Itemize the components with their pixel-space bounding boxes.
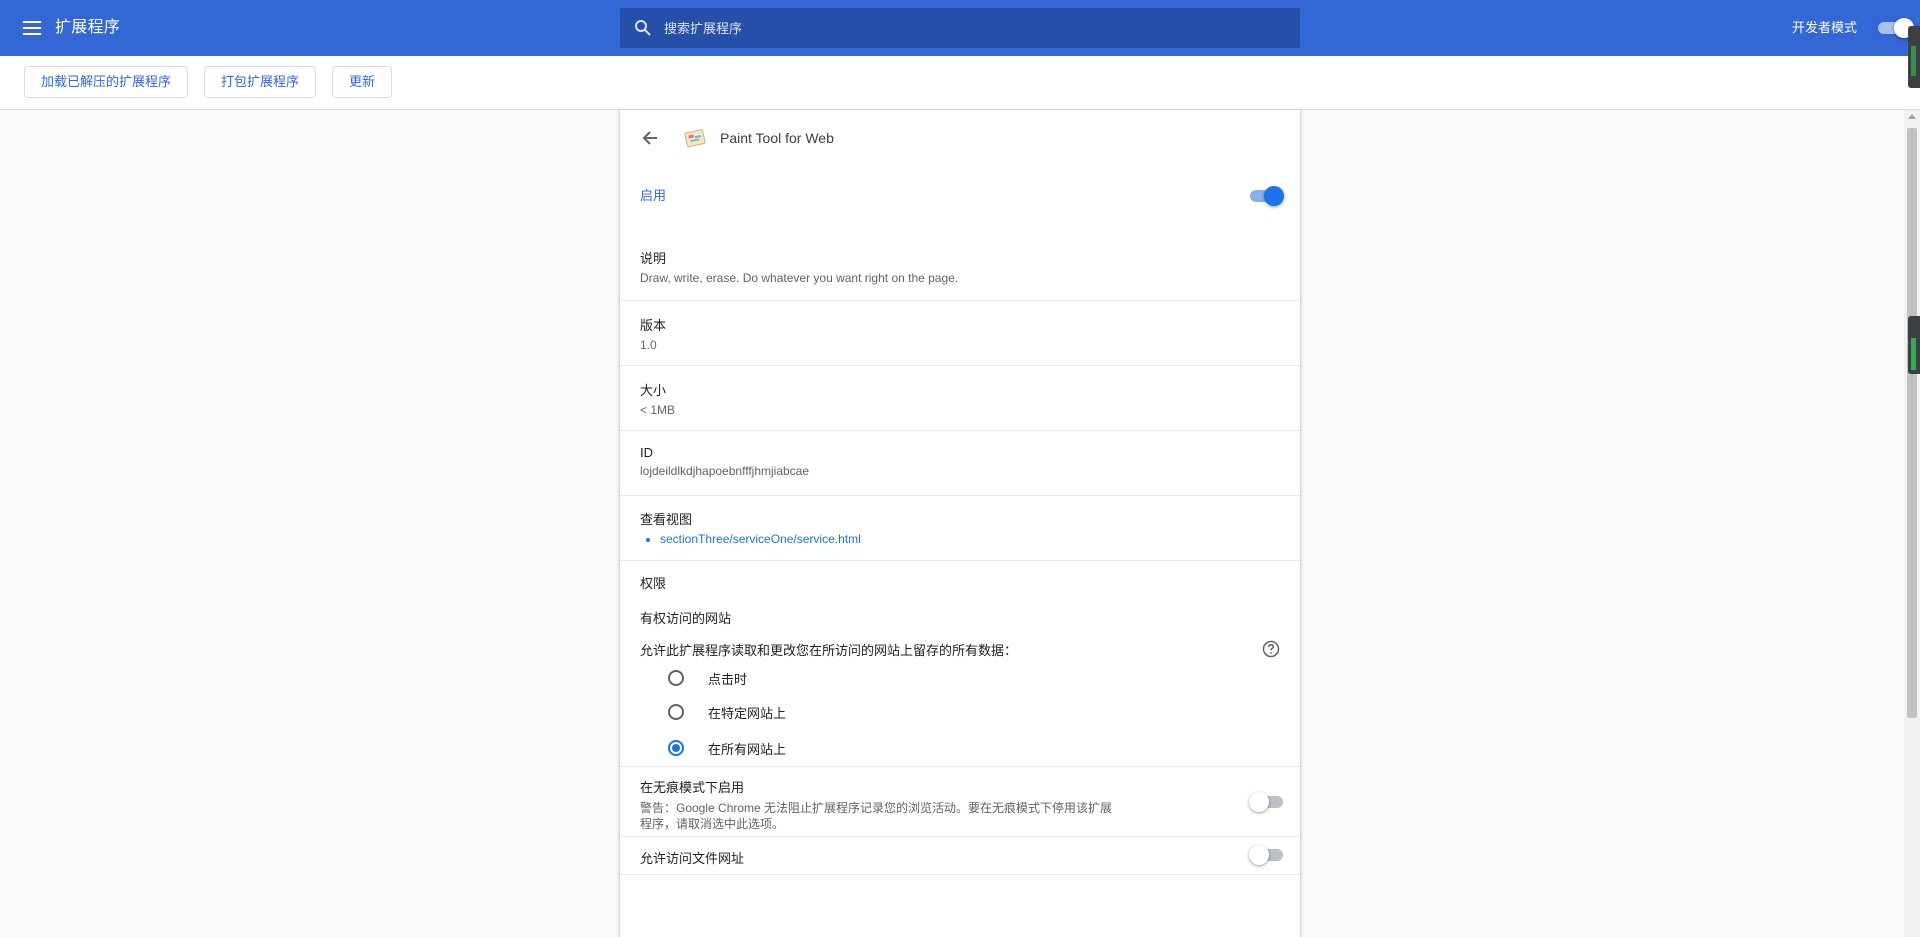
help-icon[interactable] (1262, 640, 1280, 658)
paint-tool-icon (684, 129, 706, 148)
size-label: 大小 (640, 383, 667, 398)
search-box[interactable] (620, 8, 1300, 48)
site-access-description: 允许此扩展程序读取和更改您在所访问的网站上留存的所有数据： (640, 643, 1018, 658)
load-unpacked-button[interactable]: 加载已解压的扩展程序 (24, 66, 189, 98)
incognito-toggle[interactable] (1249, 792, 1285, 812)
toggle-knob (1249, 792, 1269, 812)
size-section: 大小 < 1MB (620, 366, 1300, 431)
permissions-label: 权限 (640, 576, 667, 591)
size-value: < 1MB (640, 403, 676, 417)
developer-mode-label: 开发者模式 (1792, 20, 1858, 35)
incognito-section: 在无痕模式下启用 警告：Google Chrome 无法阻止扩展程序记录您的浏览… (620, 767, 1300, 837)
file-urls-toggle[interactable] (1249, 845, 1285, 865)
search-input[interactable] (664, 20, 1264, 36)
radio-button[interactable] (668, 670, 684, 686)
pack-extension-button[interactable]: 打包扩展程序 (204, 66, 317, 98)
side-meter-widget[interactable] (1908, 316, 1920, 374)
version-label: 版本 (640, 318, 667, 333)
radio-button[interactable] (668, 704, 684, 720)
card-header: Paint Tool for Web (620, 110, 1300, 166)
page-scrollbar[interactable] (1904, 110, 1920, 937)
developer-toolbar: 加载已解压的扩展程序 打包扩展程序 更新 (0, 56, 1920, 110)
side-panel-widget[interactable] (1908, 26, 1920, 88)
version-section: 版本 1.0 (620, 301, 1300, 366)
inspect-view-link[interactable]: sectionThree/serviceOne/service.html (660, 532, 1280, 546)
radio-button-selected[interactable] (668, 740, 684, 756)
description-text: Draw, write, erase. Do whatever you want… (640, 271, 959, 285)
inspect-views-section: 查看视图 sectionThree/serviceOne/service.htm… (620, 496, 1300, 561)
description-label: 说明 (640, 251, 667, 266)
incognito-label: 在无痕模式下启用 (640, 780, 745, 795)
radio-label: 点击时 (708, 671, 748, 687)
incognito-warning: 警告：Google Chrome 无法阻止扩展程序记录您的浏览活动。要在无痕模式… (640, 801, 1113, 831)
radio-specific-sites[interactable]: 在特定网站上 (668, 700, 786, 724)
update-button[interactable]: 更新 (332, 66, 393, 98)
scroll-up-arrow[interactable] (1908, 114, 1916, 119)
enable-toggle[interactable] (1248, 186, 1284, 206)
file-urls-section: 允许访问文件网址 (620, 837, 1300, 875)
scrollbar-thumb[interactable] (1907, 128, 1917, 718)
toggle-knob (1249, 845, 1269, 865)
arrow-back-icon (642, 131, 657, 145)
enable-label: 启用 (640, 188, 667, 203)
back-button[interactable] (638, 126, 662, 150)
id-value: lojdeildlkdjhapoebnfffjhmjiabcae (640, 464, 810, 478)
extension-name: Paint Tool for Web (720, 130, 834, 146)
widget-bar (1911, 46, 1916, 76)
search-icon (635, 20, 651, 36)
top-bar: 扩展程序 开发者模式 (0, 0, 1920, 56)
developer-mode-toggle[interactable] (1876, 18, 1914, 38)
radio-all-sites[interactable]: 在所有网站上 (668, 736, 786, 760)
description-section: 说明 Draw, write, erase. Do whatever you w… (620, 238, 1300, 301)
inspect-views-label: 查看视图 (640, 512, 693, 527)
toggle-knob (1264, 186, 1284, 206)
meter-bar (1911, 338, 1916, 370)
id-section: ID lojdeildlkdjhapoebnfffjhmjiabcae (620, 431, 1300, 496)
menu-icon (23, 21, 41, 35)
site-access-description-row: 允许此扩展程序读取和更改您在所访问的网站上留存的所有数据： (620, 640, 1300, 660)
inspect-views-list: sectionThree/serviceOne/service.html (640, 532, 1280, 546)
radio-label: 在所有网站上 (708, 741, 787, 757)
radio-label: 在特定网站上 (708, 705, 787, 721)
permissions-section: 权限 (620, 561, 1300, 606)
version-value: 1.0 (640, 338, 657, 352)
page-title: 扩展程序 (55, 19, 121, 36)
radio-on-click[interactable]: 点击时 (668, 666, 747, 690)
site-access-label: 有权访问的网站 (640, 611, 732, 626)
id-label: ID (640, 445, 653, 460)
menu-button[interactable] (18, 14, 46, 42)
site-access-heading: 有权访问的网站 (620, 608, 1300, 630)
extension-detail-card: Paint Tool for Web 启用 说明 Draw, write, er… (620, 110, 1300, 937)
file-urls-label: 允许访问文件网址 (640, 851, 745, 866)
